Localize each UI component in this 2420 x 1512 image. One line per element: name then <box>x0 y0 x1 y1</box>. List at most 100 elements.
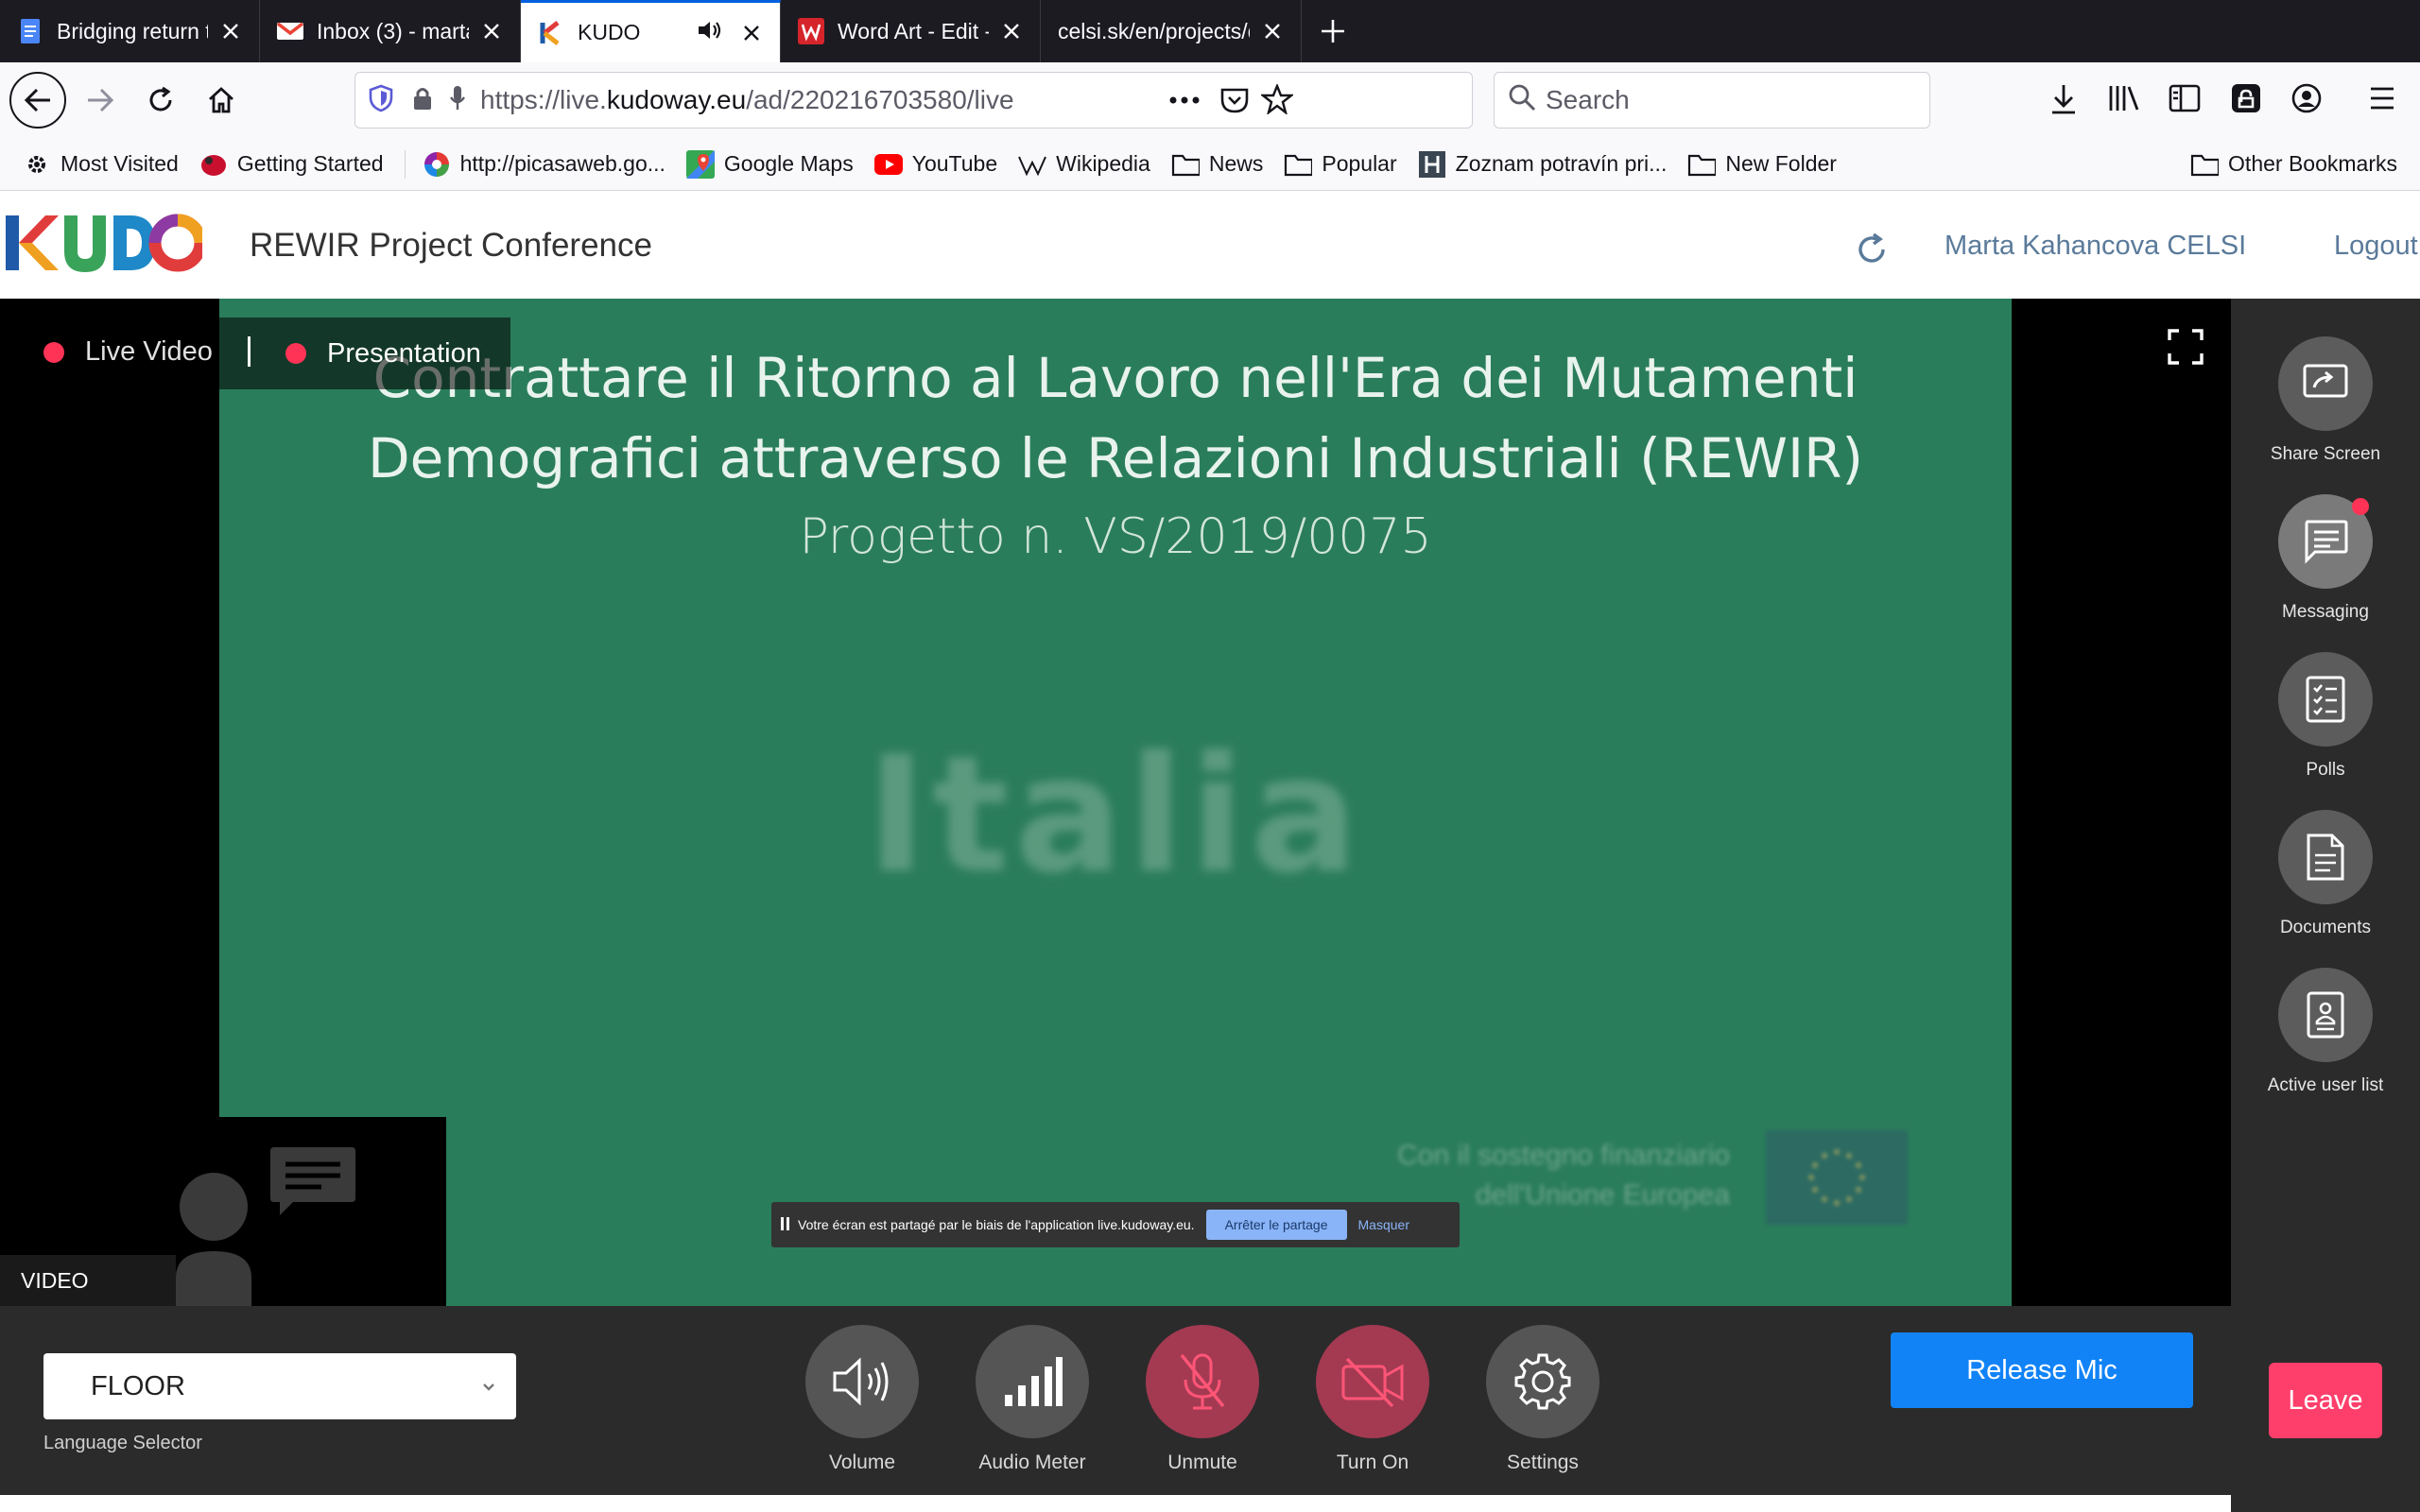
youtube-icon <box>873 150 903 179</box>
bookmark-other[interactable]: Other Bookmarks <box>2190 150 2397 179</box>
share-screen-icon <box>2303 364 2348 398</box>
browser-tab-bar: Bridging return to work policies Inbox (… <box>0 0 2420 62</box>
sidebar-toggle-icon[interactable] <box>2169 83 2201 118</box>
conference-title: REWIR Project Conference <box>250 227 652 264</box>
download-icon[interactable] <box>2049 83 2078 120</box>
leave-button[interactable]: Leave <box>2269 1363 2382 1438</box>
documents-button[interactable]: Documents <box>2231 810 2420 938</box>
presentation-slide: Contrattare il Ritorno al Lavoro nell'Er… <box>219 299 2012 1306</box>
gear-icon <box>1514 1353 1571 1410</box>
tab-celsi[interactable]: celsi.sk/en/projects/detail/64/ <box>1041 0 1302 62</box>
account-icon[interactable] <box>2291 83 2322 118</box>
volume-button[interactable]: Volume <box>791 1325 933 1474</box>
settings-button[interactable]: Settings <box>1472 1325 1614 1474</box>
library-icon[interactable] <box>2108 83 2140 118</box>
release-mic-button[interactable]: Release Mic <box>1891 1332 2193 1408</box>
menu-icon[interactable] <box>2369 85 2395 116</box>
unread-badge <box>2352 498 2369 515</box>
browser-nav-bar: https://live.kudoway.eu/ad/220216703580/… <box>0 62 2420 138</box>
screen-share-notification: Votre écran est partagé par le biais de … <box>771 1202 1460 1247</box>
new-tab-button[interactable] <box>1302 0 1364 62</box>
audio-meter-icon <box>1005 1357 1063 1406</box>
close-tab-icon[interactable] <box>478 18 505 44</box>
bookmark-getting-started[interactable]: Getting Started <box>199 150 384 179</box>
home-button[interactable] <box>195 74 248 127</box>
bookmark-picasa[interactable]: http://picasaweb.go... <box>404 149 666 179</box>
message-icon <box>2305 520 2348 564</box>
bookmark-new-folder[interactable]: New Folder <box>1687 150 1837 179</box>
wordart-icon <box>798 18 824 44</box>
presentation-indicator <box>285 343 306 364</box>
page-actions-icon[interactable] <box>1168 86 1201 119</box>
user-name[interactable]: Marta Kahancova CELSI <box>1945 231 2246 262</box>
active-user-list-button[interactable]: Active user list <box>2231 968 2420 1096</box>
search-bar[interactable]: Search <box>1494 72 1930 129</box>
gmail-icon <box>277 18 303 44</box>
forward-button[interactable] <box>74 74 127 127</box>
kudo-icon <box>538 20 564 46</box>
folder-icon <box>1284 150 1313 179</box>
close-tab-icon[interactable] <box>217 18 244 44</box>
extension-icon[interactable] <box>2231 83 2261 118</box>
language-selector-label: Language Selector <box>43 1433 202 1453</box>
messaging-button[interactable]: Messaging <box>2231 494 2420 623</box>
tab-wordart[interactable]: Word Art - Edit - WordArt.com <box>781 0 1041 62</box>
microphone-icon[interactable] <box>448 84 467 117</box>
arrow-right-icon <box>88 88 114 112</box>
audio-meter-button[interactable]: Audio Meter <box>961 1325 1103 1474</box>
picasa-icon <box>423 150 451 179</box>
language-selector[interactable]: FLOOR <box>43 1353 516 1419</box>
hide-button[interactable]: Masquer <box>1358 1217 1409 1232</box>
address-bar[interactable]: https://live.kudoway.eu/ad/220216703580/… <box>354 72 1473 129</box>
unmute-button[interactable]: Unmute <box>1132 1325 1273 1474</box>
bookmark-star-icon[interactable] <box>1259 82 1295 119</box>
arrow-left-icon <box>24 88 50 112</box>
bookmark-wikipedia[interactable]: Wikipedia <box>1018 150 1150 179</box>
fullscreen-icon[interactable] <box>2168 329 2204 365</box>
logout-link[interactable]: Logout <box>2334 231 2418 262</box>
reload-button[interactable] <box>134 74 187 127</box>
bookmark-news[interactable]: News <box>1171 150 1263 179</box>
lock-icon[interactable] <box>412 85 433 116</box>
bookmark-youtube[interactable]: YouTube <box>873 150 997 179</box>
bookmarks-bar: Most Visited Getting Started http://pica… <box>0 138 2420 191</box>
speaker-tab-icon[interactable] <box>697 19 723 47</box>
microphone-muted-icon <box>1180 1353 1225 1410</box>
tab-inbox[interactable]: Inbox (3) - marta.kahancova@g <box>260 0 521 62</box>
pocket-icon[interactable] <box>1219 86 1250 119</box>
wikipedia-icon <box>1018 150 1047 179</box>
slide-title-line2: Demografici attraverso le Relazioni Indu… <box>367 426 1864 490</box>
volume-icon <box>833 1357 889 1406</box>
slide-country: Italia <box>866 722 1365 909</box>
back-button[interactable] <box>9 72 66 129</box>
polls-button[interactable]: Polls <box>2231 652 2420 781</box>
tab-separator <box>248 336 251 367</box>
video-label: VIDEO <box>0 1255 176 1306</box>
url-text: https://live.kudoway.eu/ad/220216703580/… <box>480 85 1014 114</box>
presentation-tab[interactable]: Presentation <box>219 318 510 389</box>
folder-icon <box>1687 150 1717 179</box>
tab-kudo[interactable]: KUDO <box>521 0 781 62</box>
stop-sharing-button[interactable]: Arrêter le partage <box>1205 1210 1347 1240</box>
polls-icon <box>2306 676 2345 723</box>
close-tab-icon[interactable] <box>1259 18 1286 44</box>
home-icon <box>209 87 233 113</box>
refresh-icon[interactable] <box>1853 231 1891 268</box>
bookmark-google-maps[interactable]: Google Maps <box>685 149 854 179</box>
bookmark-zoznam[interactable]: Zoznam potravín pri... <box>1418 150 1667 179</box>
close-tab-icon[interactable] <box>998 18 1025 44</box>
firefox-icon <box>199 150 228 179</box>
eu-flag-icon <box>1766 1130 1908 1225</box>
tab-bridging[interactable]: Bridging return to work policies <box>0 0 260 62</box>
plus-icon <box>1322 20 1344 43</box>
bookmark-popular[interactable]: Popular <box>1284 150 1397 179</box>
camera-turn-on-button[interactable]: Turn On <box>1302 1325 1443 1474</box>
document-icon <box>2307 833 2344 881</box>
live-indicator <box>43 341 64 363</box>
bookmark-most-visited[interactable]: Most Visited <box>23 150 179 179</box>
live-video-tab[interactable]: Live Video <box>43 336 213 368</box>
share-screen-button[interactable]: Share Screen <box>2231 336 2420 465</box>
folder-icon <box>1171 150 1200 179</box>
close-tab-icon[interactable] <box>738 20 765 46</box>
shield-icon[interactable] <box>369 84 393 117</box>
